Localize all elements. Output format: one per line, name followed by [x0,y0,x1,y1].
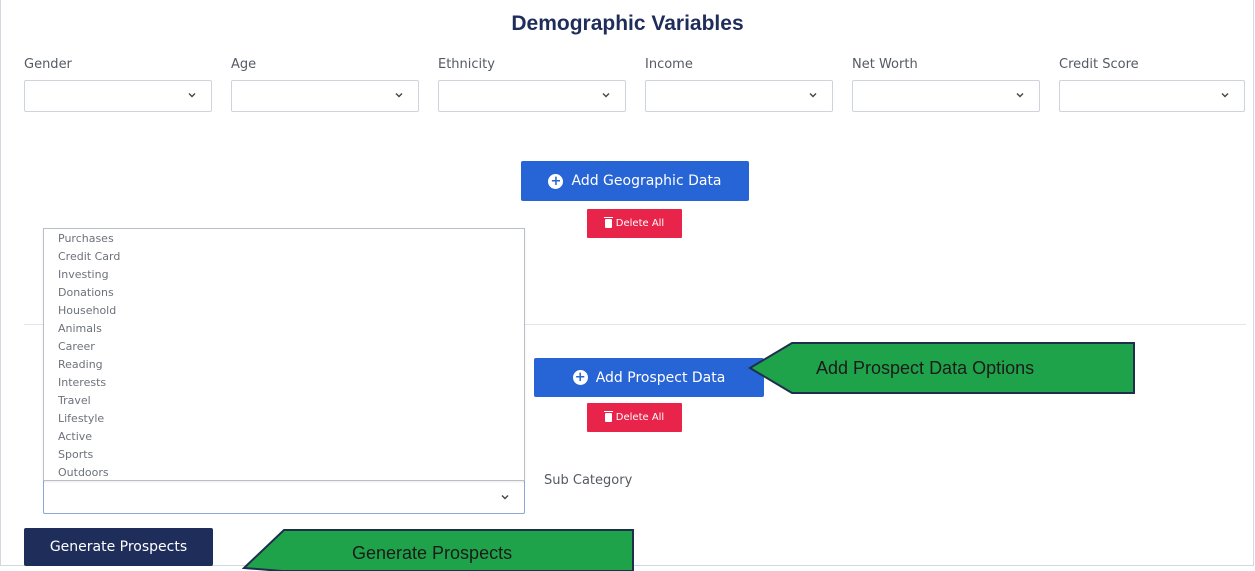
delete-all-label: Delete All [615,218,665,229]
delete-all-geographic-button[interactable]: Delete All [587,209,682,238]
dropdown-option[interactable]: Credit Card [44,248,524,266]
gender-label: Gender [24,57,72,72]
category-dropdown-list: Purchases Credit Card Investing Donation… [43,228,525,481]
trash-icon [603,217,613,228]
add-prospect-data-label: Add Prospect Data [595,369,726,386]
page-title: Demographic Variables [511,12,744,35]
dropdown-option[interactable]: Household [44,302,524,320]
dropdown-option[interactable]: Donations [44,284,524,302]
sub-category-label: Sub Category [544,473,633,488]
plus-circle-icon: + [548,173,564,189]
income-label: Income [645,57,693,72]
dropdown-option[interactable]: Active [44,428,524,446]
dropdown-option[interactable]: Lifestyle [44,410,524,428]
trash-icon [603,411,613,422]
credit-score-label: Credit Score [1059,57,1139,72]
dropdown-option[interactable]: Sports [44,446,524,464]
chevron-down-icon [602,93,610,98]
callout-generate-text: Generate Prospects [352,543,513,563]
age-select[interactable] [231,80,419,112]
delete-all-label: Delete All [615,412,665,423]
net-worth-label: Net Worth [852,57,918,72]
generate-prospects-label: Generate Prospects [49,539,188,555]
chevron-down-icon [1221,93,1229,98]
ethnicity-select[interactable] [438,80,626,112]
dropdown-option[interactable]: Purchases [44,230,524,248]
plus-circle-icon: + [572,370,588,385]
dropdown-option[interactable]: Travel [44,392,524,410]
net-worth-select[interactable] [852,80,1040,112]
dropdown-option[interactable]: Animals [44,320,524,338]
callout-prospect-options-text: Add Prospect Data Options [816,358,1035,378]
chevron-down-icon [809,93,817,98]
income-select[interactable] [645,80,833,112]
chevron-down-icon [501,495,509,500]
gender-select[interactable] [24,80,212,112]
generate-prospects-button[interactable]: Generate Prospects [24,528,213,566]
prospect-category-select[interactable] [43,480,525,514]
add-geographic-data-button[interactable]: + Add Geographic Data [521,161,749,201]
dropdown-option[interactable]: Reading [44,356,524,374]
add-geographic-data-label: Add Geographic Data [571,173,722,189]
chevron-down-icon [1016,93,1024,98]
dropdown-option[interactable]: Outdoors [44,464,524,482]
dropdown-option[interactable]: Career [44,338,524,356]
age-label: Age [231,57,257,72]
add-prospect-data-button[interactable]: + Add Prospect Data [534,358,764,397]
delete-all-prospect-button[interactable]: Delete All [587,403,682,432]
ethnicity-label: Ethnicity [438,57,495,72]
dropdown-option[interactable]: Interests [44,374,524,392]
chevron-down-icon [395,93,403,98]
dropdown-option[interactable]: Investing [44,266,524,284]
chevron-down-icon [188,93,196,98]
credit-score-select[interactable] [1059,80,1245,112]
